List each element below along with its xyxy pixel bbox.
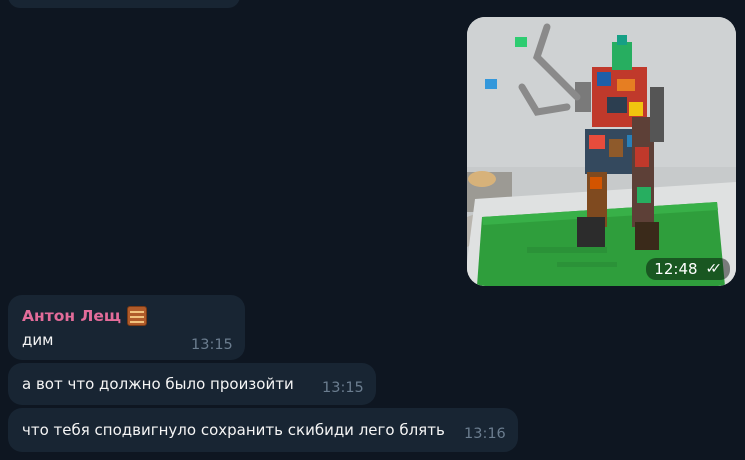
sender-header[interactable]: Антон Лещ	[22, 306, 147, 326]
abacus-emoji-icon	[126, 306, 147, 326]
double-check-read-icon: ✓✓	[705, 261, 723, 277]
outgoing-photo-message[interactable]: 12:48 ✓✓	[467, 17, 736, 286]
message-text: что тебя сподвигнуло сохранить скибиди л…	[22, 421, 445, 439]
photo-time: 12:48	[654, 260, 698, 278]
sender-name[interactable]: Антон Лещ	[22, 307, 121, 325]
lego-robot-photo[interactable]	[467, 17, 736, 286]
message-text: дим	[22, 331, 54, 349]
previous-message-bubble	[8, 0, 240, 8]
incoming-message-2[interactable]: а вот что должно было произойти 13:15	[8, 363, 376, 405]
photo-meta: 12:48 ✓✓	[646, 258, 730, 280]
message-time: 13:15	[191, 337, 233, 353]
incoming-message-3[interactable]: что тебя сподвигнуло сохранить скибиди л…	[8, 408, 518, 452]
incoming-message-1[interactable]: Антон Лещ дим 13:15	[8, 295, 245, 360]
message-time: 13:16	[464, 426, 506, 442]
message-text: а вот что должно было произойти	[22, 375, 294, 393]
message-time: 13:15	[322, 380, 364, 396]
